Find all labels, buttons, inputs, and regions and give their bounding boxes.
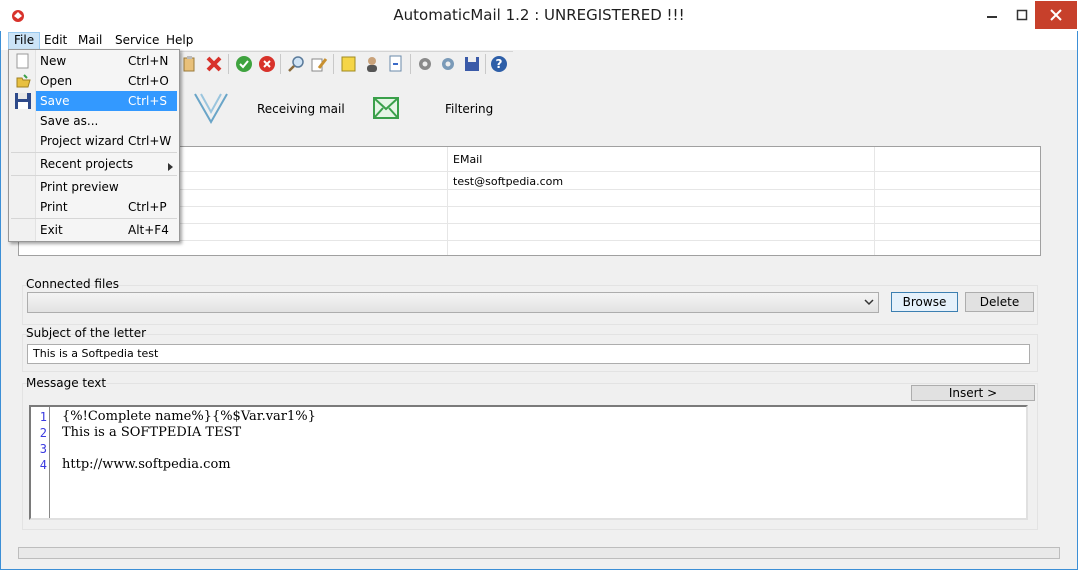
new-file-icon	[16, 53, 30, 72]
menu-edit[interactable]: Edit	[39, 33, 72, 50]
menu-item-label: Save as...	[40, 114, 99, 128]
menu-separator	[11, 218, 177, 219]
help-icon[interactable]: ?	[490, 55, 508, 73]
menu-item-print[interactable]: Print Ctrl+P	[11, 197, 177, 217]
message-label: Message text	[26, 376, 107, 390]
menu-item-print-preview[interactable]: Print preview	[11, 177, 177, 197]
paste-icon[interactable]	[181, 55, 199, 73]
svg-text:?: ?	[496, 57, 503, 71]
delete-icon[interactable]	[205, 55, 223, 73]
open-folder-icon	[16, 73, 32, 92]
save-disk-icon[interactable]	[463, 55, 481, 73]
connected-files-label: Connected files	[26, 277, 119, 291]
code-line[interactable]: http://www.softpedia.com	[62, 457, 231, 472]
menu-separator	[11, 152, 177, 153]
user-icon[interactable]	[363, 55, 381, 73]
close-button[interactable]	[1035, 1, 1077, 29]
connected-files-combo[interactable]	[27, 292, 879, 313]
page-icon[interactable]	[387, 55, 405, 73]
line-number: 3	[39, 442, 47, 456]
receiving-mail-label[interactable]: Receiving mail	[257, 102, 345, 116]
close-icon	[1050, 9, 1062, 21]
code-line[interactable]: This is a SOFTPEDIA TEST	[62, 425, 241, 440]
line-number: 1	[39, 410, 47, 424]
edit-icon[interactable]	[310, 55, 328, 73]
subject-input[interactable]: This is a Softpedia test	[27, 344, 1030, 364]
menu-separator	[11, 175, 177, 176]
menu-item-label: Exit	[40, 223, 63, 237]
menu-item-exit[interactable]: Exit Alt+F4	[11, 220, 177, 240]
line-number-gutter: 1 2 3 4	[33, 407, 50, 518]
sending-mail-icon[interactable]	[193, 88, 229, 128]
line-number: 4	[39, 458, 47, 472]
menu-item-project-wizard[interactable]: Project wizard Ctrl+W	[11, 131, 177, 151]
chevron-down-icon	[864, 296, 874, 310]
menu-item-label: Print	[40, 200, 68, 214]
maximize-icon	[1016, 9, 1028, 21]
menu-item-shortcut: Ctrl+O	[128, 74, 169, 88]
table-cell-email[interactable]: test@softpedia.com	[453, 175, 563, 188]
minimize-icon	[987, 16, 997, 18]
file-menu-dropdown: New Ctrl+N Open Ctrl+O Save Ctrl+S Save …	[8, 49, 180, 242]
save-disk-icon	[14, 92, 32, 113]
note-icon[interactable]	[340, 55, 358, 73]
message-editor[interactable]: 1 2 3 4 {%!Complete name%}{%$Var.var1%} …	[29, 405, 1028, 520]
toolbar-separator	[333, 54, 334, 74]
menu-help[interactable]: Help	[161, 33, 198, 50]
toolbar-separator	[410, 54, 411, 74]
menu-item-label: Project wizard	[40, 134, 125, 148]
menu-item-open[interactable]: Open Ctrl+O	[11, 71, 177, 91]
settings2-icon[interactable]	[439, 55, 457, 73]
minimize-button[interactable]	[975, 1, 1009, 29]
grid-line	[874, 147, 875, 255]
menu-item-save-as[interactable]: Save as...	[11, 111, 177, 131]
menu-item-label: Open	[40, 74, 73, 88]
browse-button[interactable]: Browse	[891, 292, 958, 312]
menu-item-save[interactable]: Save Ctrl+S	[11, 91, 177, 111]
insert-button[interactable]: Insert >	[911, 385, 1035, 401]
menu-item-shortcut: Ctrl+W	[128, 134, 172, 148]
menu-item-label: Recent projects	[40, 157, 134, 171]
delete-button[interactable]: Delete	[965, 292, 1034, 312]
filtering-label[interactable]: Filtering	[445, 102, 493, 116]
menu-item-new[interactable]: New Ctrl+N	[11, 51, 177, 71]
filter-envelope-icon[interactable]	[373, 97, 399, 119]
column-header-email[interactable]: EMail	[453, 153, 482, 166]
status-bar	[18, 547, 1060, 559]
submenu-arrow-icon	[168, 160, 174, 174]
toolbar-separator	[228, 54, 229, 74]
cancel-icon[interactable]	[258, 55, 276, 73]
grid-line	[447, 147, 448, 255]
menu-mail[interactable]: Mail	[73, 33, 107, 50]
settings-icon[interactable]	[416, 55, 434, 73]
toolbar-separator	[280, 54, 281, 74]
menu-file[interactable]: File	[8, 32, 41, 50]
menu-service[interactable]: Service	[110, 33, 164, 50]
menu-item-shortcut: Ctrl+P	[128, 200, 167, 214]
find-icon[interactable]	[287, 55, 305, 73]
menu-item-shortcut: Ctrl+S	[128, 94, 168, 108]
toolbar-separator	[485, 54, 486, 74]
line-number: 2	[39, 426, 47, 440]
menu-item-label: Print preview	[40, 180, 119, 194]
code-line[interactable]: {%!Complete name%}{%$Var.var1%}	[62, 409, 316, 424]
subject-label: Subject of the letter	[26, 326, 147, 340]
menu-item-shortcut: Alt+F4	[128, 223, 169, 237]
menu-item-label: New	[40, 54, 67, 68]
ok-icon[interactable]	[235, 55, 253, 73]
menu-item-shortcut: Ctrl+N	[128, 54, 169, 68]
menu-item-recent-projects[interactable]: Recent projects	[11, 154, 177, 174]
window-title: AutomaticMail 1.2 : UNREGISTERED !!!	[393, 6, 685, 24]
maximize-button[interactable]	[1009, 1, 1035, 29]
menu-item-label: Save	[40, 94, 70, 108]
